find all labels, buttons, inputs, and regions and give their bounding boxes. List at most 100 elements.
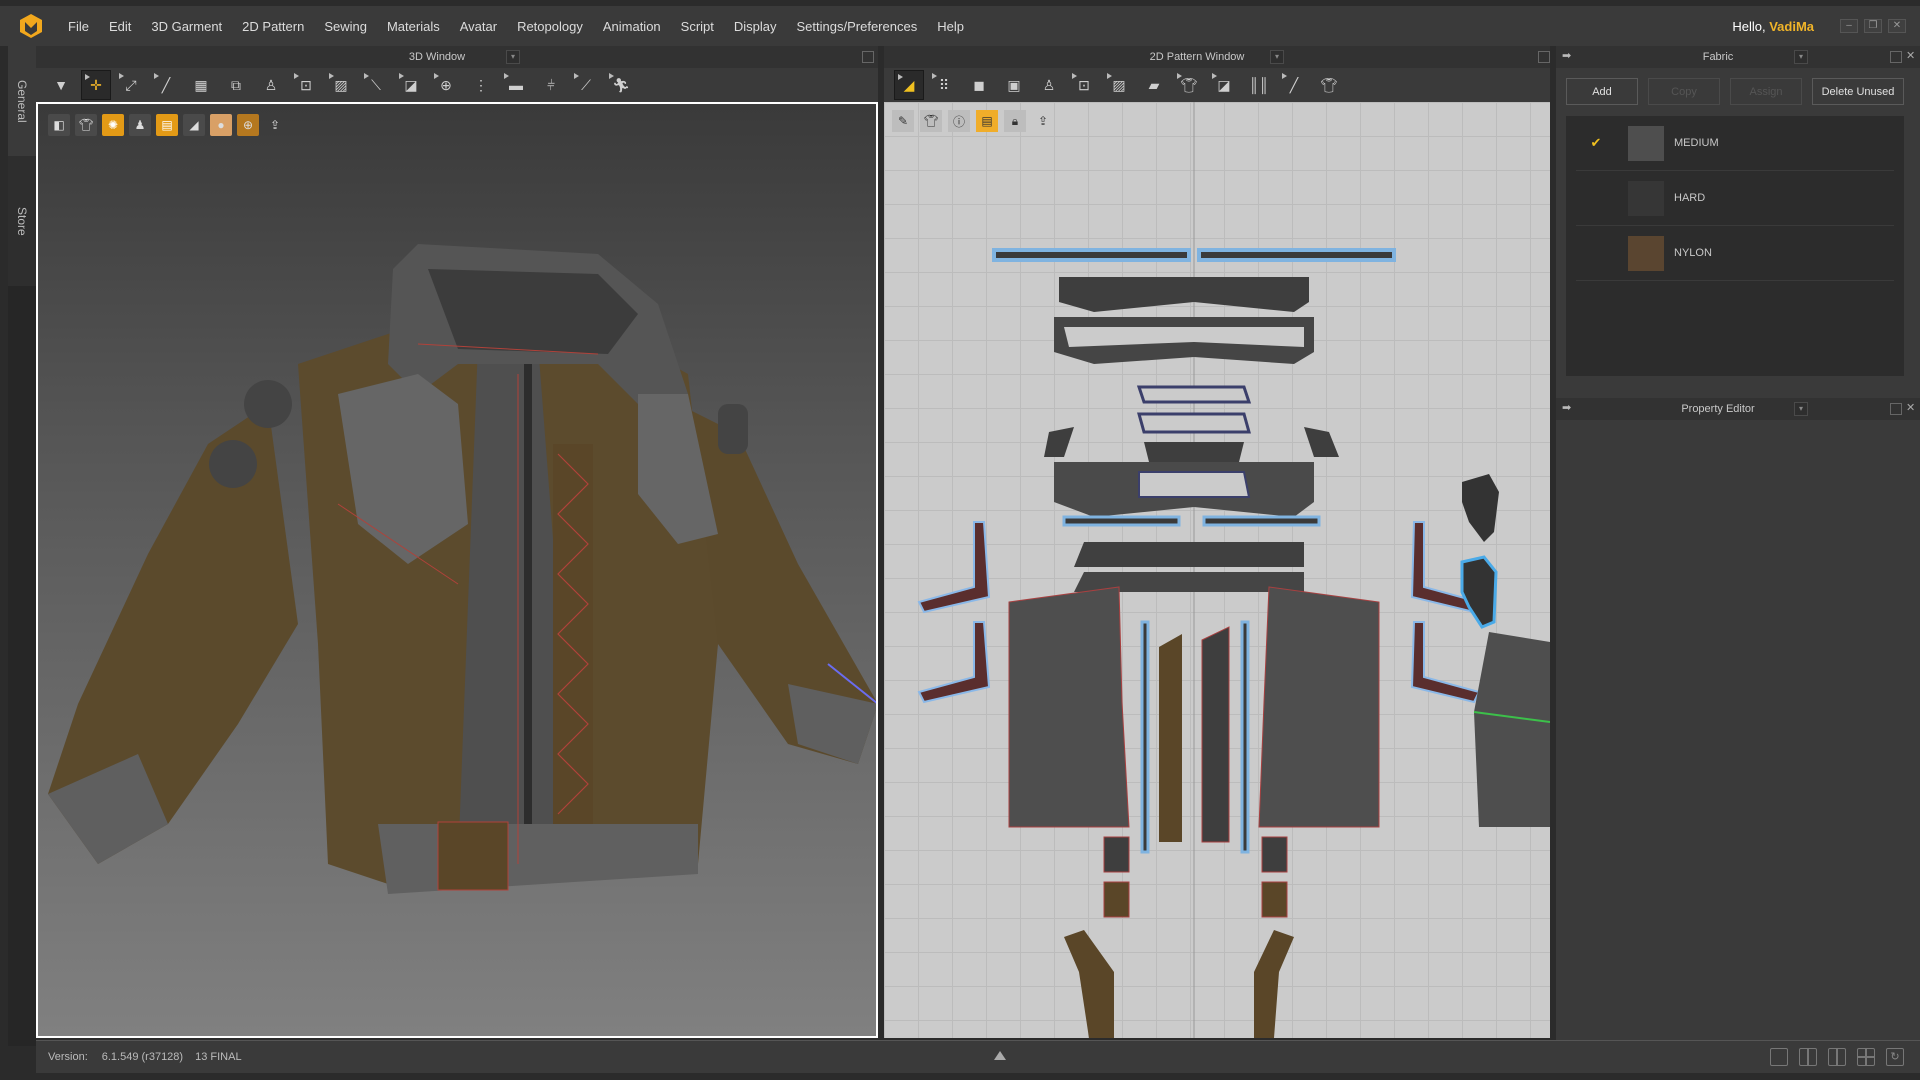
pattern-zipper-guard: [1159, 634, 1182, 842]
avatar-pose-icon: ♙: [264, 76, 278, 93]
arrangement-tool[interactable]: ⧉: [221, 70, 251, 100]
fabric-item[interactable]: HARD: [1576, 171, 1894, 226]
edit-point-tool[interactable]: ⠿: [929, 70, 959, 100]
pattern-sleeve-piece: [1462, 474, 1499, 542]
menu-sewing[interactable]: Sewing: [314, 19, 377, 34]
user-greeting: Hello, VadiMa: [1732, 19, 1814, 34]
menu-display[interactable]: Display: [724, 19, 787, 34]
quad-view-icon[interactable]: [1857, 1048, 1875, 1066]
submenu-arrow-icon: [294, 73, 299, 79]
tab-general[interactable]: General: [8, 46, 36, 156]
delete-unused-button[interactable]: Delete Unused: [1812, 78, 1904, 105]
fabric-float-button[interactable]: [1890, 51, 1902, 63]
minimize-button[interactable]: –: [1840, 19, 1858, 33]
add-fabric-button[interactable]: Add: [1566, 78, 1638, 105]
walk-tool[interactable]: 🏃︎: [606, 70, 636, 100]
restore-button[interactable]: ❐: [1864, 19, 1882, 33]
button-tool[interactable]: ⊕: [431, 70, 461, 100]
menu-script[interactable]: Script: [671, 19, 724, 34]
tab-store[interactable]: Store: [8, 156, 36, 286]
menu-materials[interactable]: Materials: [377, 19, 450, 34]
menu-animation[interactable]: Animation: [593, 19, 671, 34]
pattern-facing: [1254, 930, 1294, 1038]
garment-fold-tool[interactable]: ▦: [186, 70, 216, 100]
garment-tool[interactable]: 👕︎: [1314, 70, 1344, 100]
pin-tool[interactable]: ╱: [151, 70, 181, 100]
viewport-2d[interactable]: ✎ 👕︎ ⓘ ▤ 🔒︎ ⇪: [884, 102, 1550, 1038]
fabric-title: Fabric: [1702, 51, 1734, 63]
menu-help[interactable]: Help: [927, 19, 974, 34]
sew-tool[interactable]: ⊡: [291, 70, 321, 100]
property-editor-float-button[interactable]: [1890, 403, 1902, 415]
transform-tool[interactable]: ✛: [81, 70, 111, 100]
menu-3d-garment[interactable]: 3D Garment: [141, 19, 232, 34]
copy-fabric-button[interactable]: Copy: [1648, 78, 1720, 105]
sew-2d-tool[interactable]: ⊡: [1069, 70, 1099, 100]
pattern-collar-band: [1197, 248, 1396, 262]
assign-fabric-button[interactable]: Assign: [1730, 78, 1802, 105]
property-editor-dropdown[interactable]: ▾: [1794, 402, 1808, 416]
pleat-tool[interactable]: ║║: [1244, 70, 1274, 100]
rectangle-tool[interactable]: ▣: [999, 70, 1029, 100]
edit-pattern-tool[interactable]: ◢: [894, 70, 924, 100]
zipper-icon: ◪: [404, 76, 418, 93]
polygon-tool[interactable]: ◼: [964, 70, 994, 100]
iron-tool[interactable]: ▰: [1139, 70, 1169, 100]
fold-tool[interactable]: 👕︎: [1174, 70, 1204, 100]
menu-retopology[interactable]: Retopology: [507, 19, 593, 34]
shoulder-pad: [718, 404, 748, 454]
submenu-arrow-icon: [329, 73, 334, 79]
user-name[interactable]: VadiMa: [1769, 19, 1814, 34]
window-3d-float-button[interactable]: [862, 51, 874, 63]
window-2d-dropdown[interactable]: ▾: [1270, 50, 1284, 64]
three-pane-icon[interactable]: [1828, 1048, 1846, 1066]
menu-edit[interactable]: Edit: [99, 19, 141, 34]
menu-file[interactable]: File: [58, 19, 99, 34]
viewport-3d[interactable]: ◧ 👕︎ ✺ ♟ ▤ ◢ ● ⊕ ⇪: [36, 102, 878, 1038]
fabric-close-icon[interactable]: ✕: [1906, 49, 1915, 62]
menu-settings[interactable]: Settings/Preferences: [787, 19, 928, 34]
pattern-layout[interactable]: [884, 102, 1550, 1038]
fabric-item[interactable]: NYLON: [1576, 226, 1894, 281]
rotate-view-icon[interactable]: ↻: [1886, 1048, 1904, 1066]
fabric-dropdown[interactable]: ▾: [1794, 50, 1808, 64]
internal-line-tool[interactable]: ╱: [1279, 70, 1309, 100]
tack-2d-tool[interactable]: ◪: [1209, 70, 1239, 100]
select-mesh-tool[interactable]: ⤢: [116, 70, 146, 100]
zipper-tool[interactable]: ◪: [396, 70, 426, 100]
window-3d-dropdown[interactable]: ▾: [506, 50, 520, 64]
window-2d-float-button[interactable]: [1538, 51, 1550, 63]
strap-tool[interactable]: ⟋: [571, 70, 601, 100]
tuck-2d-tool[interactable]: ▨: [1104, 70, 1134, 100]
pattern-cuff: [1410, 621, 1481, 704]
shoulder-pad: [209, 440, 257, 488]
elastic-icon: ▬: [509, 77, 523, 93]
pin-panel-icon[interactable]: ➡: [1562, 401, 1571, 414]
puckering-tool[interactable]: ⋮: [466, 70, 496, 100]
avatar-drop-tool[interactable]: ▼: [46, 70, 76, 100]
pattern-pocket: [1261, 881, 1288, 918]
avatar-pose-tool[interactable]: ♙: [256, 70, 286, 100]
close-app-button[interactable]: ✕: [1888, 19, 1906, 33]
menu-avatar[interactable]: Avatar: [450, 19, 507, 34]
pattern-shoulder-band: [1202, 515, 1321, 527]
measure-tool[interactable]: ⫩: [536, 70, 566, 100]
submenu-arrow-icon: [1072, 73, 1077, 79]
elastic-tool[interactable]: ▬: [501, 70, 531, 100]
selected-check-icon: ✔: [1590, 135, 1602, 150]
pattern-front-right: [1258, 586, 1380, 828]
fabric-item[interactable]: ✔ MEDIUM: [1576, 116, 1894, 171]
property-editor-close-icon[interactable]: ✕: [1906, 401, 1915, 414]
pattern-sleeve-piece-selected: [1460, 555, 1498, 629]
arrangement-2d-tool[interactable]: ♙: [1034, 70, 1064, 100]
tack-tool[interactable]: ⟍: [361, 70, 391, 100]
tuck-tool[interactable]: ▨: [326, 70, 356, 100]
split-view-icon[interactable]: [1799, 1048, 1817, 1066]
garment-3d-model[interactable]: [38, 104, 878, 1038]
single-view-icon[interactable]: [1770, 1048, 1788, 1066]
expand-panel-icon[interactable]: [994, 1051, 1006, 1060]
pin-panel-icon[interactable]: ➡: [1562, 49, 1571, 62]
submenu-arrow-icon: [1282, 73, 1287, 79]
menu-2d-pattern[interactable]: 2D Pattern: [232, 19, 314, 34]
select-mesh-icon: ⤢: [125, 76, 137, 93]
